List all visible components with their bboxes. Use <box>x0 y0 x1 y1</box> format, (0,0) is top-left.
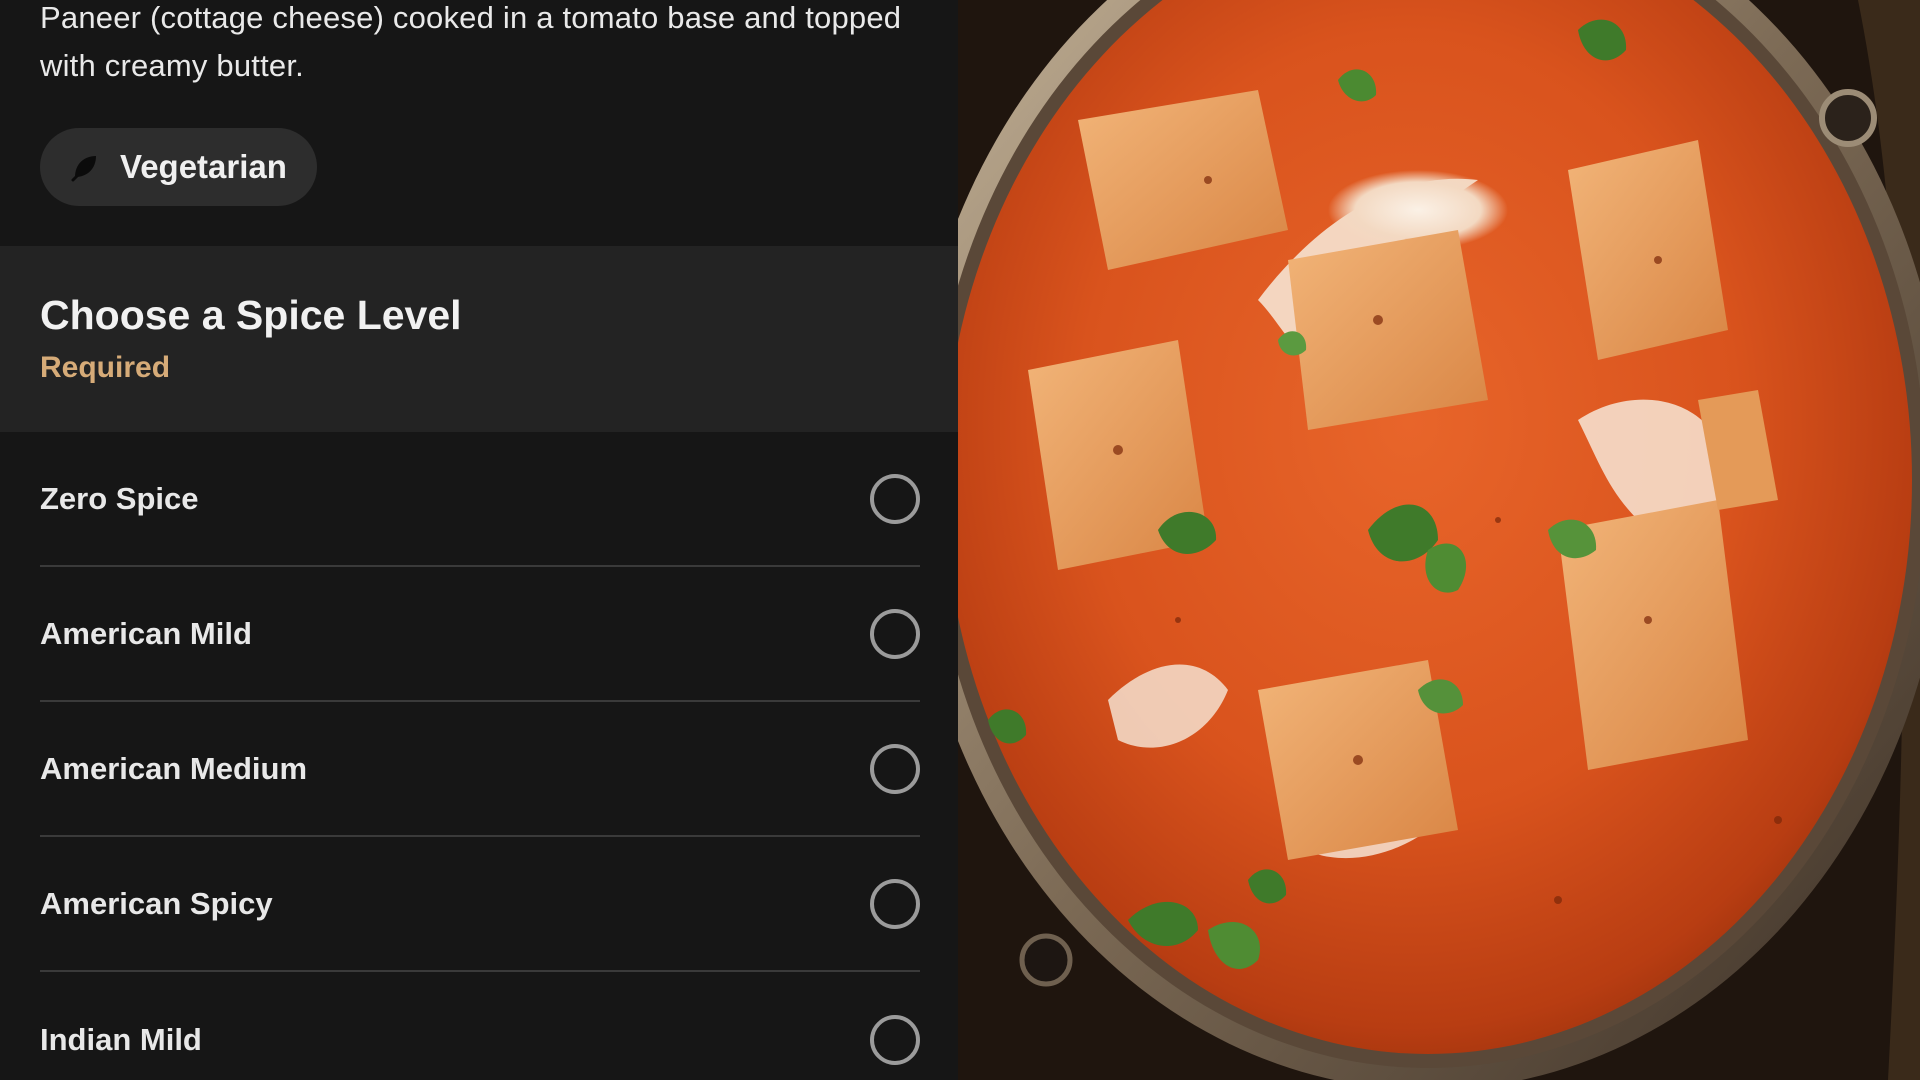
spice-option-american-medium[interactable]: American Medium <box>40 702 920 837</box>
spice-level-section-header: Choose a Spice Level Required <box>0 246 958 432</box>
option-label: Indian Mild <box>40 1021 202 1057</box>
option-label: Zero Spice <box>40 480 199 516</box>
spice-option-american-spicy[interactable]: American Spicy <box>40 837 920 972</box>
spice-options-list: Zero Spice American Mild American Medium… <box>40 432 920 1080</box>
paneer-butter-masala-image <box>958 0 1920 1080</box>
vegetarian-tag-label: Vegetarian <box>120 148 287 185</box>
radio-button[interactable] <box>870 473 920 524</box>
option-label: American Spicy <box>40 885 273 921</box>
spice-option-american-mild[interactable]: American Mild <box>40 567 920 702</box>
option-label: American Medium <box>40 750 308 786</box>
dish-photo <box>958 0 1920 1080</box>
radio-button[interactable] <box>870 608 920 659</box>
leaf-icon <box>71 156 96 182</box>
radio-button[interactable] <box>870 1014 920 1065</box>
required-label: Required <box>40 351 171 384</box>
option-label: American Mild <box>40 615 252 651</box>
radio-button[interactable] <box>870 743 920 794</box>
section-title: Choose a Spice Level <box>40 292 462 338</box>
item-options-panel: Paneer (cottage cheese) cooked in a toma… <box>0 0 958 1080</box>
item-description: Paneer (cottage cheese) cooked in a toma… <box>40 0 902 83</box>
item-detail-screen: Paneer (cottage cheese) cooked in a toma… <box>0 0 1920 1080</box>
vegetarian-tag: Vegetarian <box>40 128 317 206</box>
spice-option-zero-spice[interactable]: Zero Spice <box>40 432 920 567</box>
spice-option-indian-mild[interactable]: Indian Mild <box>40 972 920 1080</box>
radio-button[interactable] <box>870 878 920 929</box>
